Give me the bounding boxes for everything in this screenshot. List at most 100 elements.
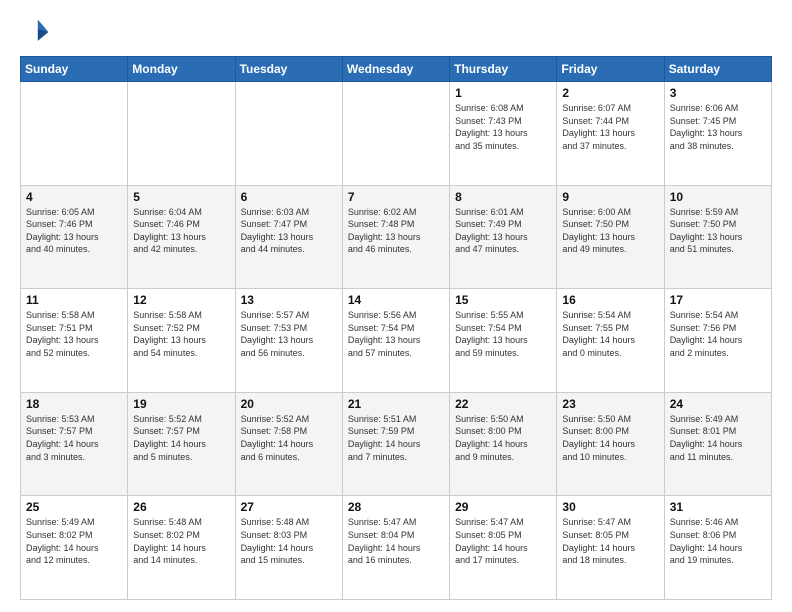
day-info: Sunrise: 6:08 AM Sunset: 7:43 PM Dayligh… [455,102,551,152]
day-info: Sunrise: 5:53 AM Sunset: 7:57 PM Dayligh… [26,413,122,463]
calendar-cell: 5 Sunrise: 6:04 AM Sunset: 7:46 PM Daylig… [128,185,235,289]
calendar-cell: 27 Sunrise: 5:48 AM Sunset: 8:03 PM Dayli… [235,496,342,600]
calendar-week-row: 4Sunrise: 6:05 AM Sunset: 7:46 PM Daylig… [21,185,772,289]
day-info: Sunrise: 5:54 AM Sunset: 7:55 PM Dayligh… [562,309,658,359]
weekday-header-sunday: Sunday [21,57,128,82]
day-number: 3 [670,86,766,100]
day-info: Sunrise: 5:47 AM Sunset: 8:05 PM Dayligh… [455,516,551,566]
day-info: Sunrise: 6:05 AM Sunset: 7:46 PM Dayligh… [26,206,122,256]
calendar-cell: 17Sunrise: 5:54 AM Sunset: 7:56 PM Dayli… [664,289,771,393]
calendar-cell: 12Sunrise: 5:58 AM Sunset: 7:52 PM Dayli… [128,289,235,393]
day-info: Sunrise: 5:57 AM Sunset: 7:53 PM Dayligh… [241,309,337,359]
weekday-header-friday: Friday [557,57,664,82]
calendar-cell: 13Sunrise: 5:57 AM Sunset: 7:53 PM Dayli… [235,289,342,393]
day-number: 18 [26,397,122,411]
day-number: 24 [670,397,766,411]
calendar-cell: 9 Sunrise: 6:00 AM Sunset: 7:50 PM Daylig… [557,185,664,289]
calendar-cell [342,82,449,186]
day-number: 10 [670,190,766,204]
day-info: Sunrise: 5:50 AM Sunset: 8:00 PM Dayligh… [455,413,551,463]
day-info: Sunrise: 6:06 AM Sunset: 7:45 PM Dayligh… [670,102,766,152]
calendar-cell: 26 Sunrise: 5:48 AM Sunset: 8:02 PM Dayli… [128,496,235,600]
day-number: 23 [562,397,658,411]
day-number: 29 [455,500,551,514]
calendar-cell: 28Sunrise: 5:47 AM Sunset: 8:04 PM Dayli… [342,496,449,600]
calendar-cell: 3 Sunrise: 6:06 AM Sunset: 7:45 PM Daylig… [664,82,771,186]
day-number: 25 [26,500,122,514]
calendar-cell: 22 Sunrise: 5:50 AM Sunset: 8:00 PM Dayli… [450,392,557,496]
calendar-cell: 10 Sunrise: 5:59 AM Sunset: 7:50 PM Dayli… [664,185,771,289]
day-number: 5 [133,190,229,204]
calendar-table: SundayMondayTuesdayWednesdayThursdayFrid… [20,56,772,600]
day-number: 21 [348,397,444,411]
day-number: 6 [241,190,337,204]
calendar-cell: 20 Sunrise: 5:52 AM Sunset: 7:58 PM Dayli… [235,392,342,496]
calendar-cell: 11 Sunrise: 5:58 AM Sunset: 7:51 PM Dayli… [21,289,128,393]
day-number: 30 [562,500,658,514]
day-info: Sunrise: 5:48 AM Sunset: 8:03 PM Dayligh… [241,516,337,566]
calendar-cell: 7 Sunrise: 6:02 AM Sunset: 7:48 PM Daylig… [342,185,449,289]
day-info: Sunrise: 5:58 AM Sunset: 7:51 PM Dayligh… [26,309,122,359]
day-info: Sunrise: 6:07 AM Sunset: 7:44 PM Dayligh… [562,102,658,152]
day-info: Sunrise: 6:04 AM Sunset: 7:46 PM Dayligh… [133,206,229,256]
day-info: Sunrise: 5:49 AM Sunset: 8:02 PM Dayligh… [26,516,122,566]
calendar-cell: 8 Sunrise: 6:01 AM Sunset: 7:49 PM Daylig… [450,185,557,289]
day-info: Sunrise: 5:55 AM Sunset: 7:54 PM Dayligh… [455,309,551,359]
page: SundayMondayTuesdayWednesdayThursdayFrid… [0,0,792,612]
weekday-header-tuesday: Tuesday [235,57,342,82]
day-info: Sunrise: 5:56 AM Sunset: 7:54 PM Dayligh… [348,309,444,359]
day-number: 14 [348,293,444,307]
weekday-header-wednesday: Wednesday [342,57,449,82]
weekday-header-thursday: Thursday [450,57,557,82]
day-info: Sunrise: 5:58 AM Sunset: 7:52 PM Dayligh… [133,309,229,359]
calendar-cell: 19 Sunrise: 5:52 AM Sunset: 7:57 PM Dayli… [128,392,235,496]
calendar-cell: 29 Sunrise: 5:47 AM Sunset: 8:05 PM Dayli… [450,496,557,600]
day-number: 7 [348,190,444,204]
day-info: Sunrise: 5:59 AM Sunset: 7:50 PM Dayligh… [670,206,766,256]
day-info: Sunrise: 5:52 AM Sunset: 7:58 PM Dayligh… [241,413,337,463]
calendar-cell: 15 Sunrise: 5:55 AM Sunset: 7:54 PM Dayli… [450,289,557,393]
day-number: 27 [241,500,337,514]
logo-icon [20,16,52,48]
weekday-header-row: SundayMondayTuesdayWednesdayThursdayFrid… [21,57,772,82]
calendar-body: 1 Sunrise: 6:08 AM Sunset: 7:43 PM Daylig… [21,82,772,600]
day-number: 8 [455,190,551,204]
day-number: 22 [455,397,551,411]
day-info: Sunrise: 5:52 AM Sunset: 7:57 PM Dayligh… [133,413,229,463]
calendar-week-row: 1 Sunrise: 6:08 AM Sunset: 7:43 PM Daylig… [21,82,772,186]
day-number: 20 [241,397,337,411]
day-number: 16 [562,293,658,307]
day-info: Sunrise: 5:54 AM Sunset: 7:56 PM Dayligh… [670,309,766,359]
day-info: Sunrise: 6:01 AM Sunset: 7:49 PM Dayligh… [455,206,551,256]
day-info: Sunrise: 5:51 AM Sunset: 7:59 PM Dayligh… [348,413,444,463]
day-info: Sunrise: 5:49 AM Sunset: 8:01 PM Dayligh… [670,413,766,463]
weekday-header-saturday: Saturday [664,57,771,82]
day-info: Sunrise: 6:02 AM Sunset: 7:48 PM Dayligh… [348,206,444,256]
calendar-cell: 1 Sunrise: 6:08 AM Sunset: 7:43 PM Daylig… [450,82,557,186]
calendar-cell: 30Sunrise: 5:47 AM Sunset: 8:05 PM Dayli… [557,496,664,600]
calendar-header: SundayMondayTuesdayWednesdayThursdayFrid… [21,57,772,82]
day-info: Sunrise: 6:00 AM Sunset: 7:50 PM Dayligh… [562,206,658,256]
calendar-cell: 4Sunrise: 6:05 AM Sunset: 7:46 PM Daylig… [21,185,128,289]
calendar-week-row: 18 Sunrise: 5:53 AM Sunset: 7:57 PM Dayli… [21,392,772,496]
calendar-cell: 16 Sunrise: 5:54 AM Sunset: 7:55 PM Dayli… [557,289,664,393]
day-number: 1 [455,86,551,100]
calendar-cell: 2 Sunrise: 6:07 AM Sunset: 7:44 PM Daylig… [557,82,664,186]
calendar-cell: 6Sunrise: 6:03 AM Sunset: 7:47 PM Daylig… [235,185,342,289]
calendar-cell: 14 Sunrise: 5:56 AM Sunset: 7:54 PM Dayli… [342,289,449,393]
day-number: 26 [133,500,229,514]
calendar-week-row: 11 Sunrise: 5:58 AM Sunset: 7:51 PM Dayli… [21,289,772,393]
day-number: 31 [670,500,766,514]
day-number: 19 [133,397,229,411]
day-number: 9 [562,190,658,204]
day-number: 2 [562,86,658,100]
calendar-cell [128,82,235,186]
day-number: 28 [348,500,444,514]
day-number: 15 [455,293,551,307]
day-info: Sunrise: 5:48 AM Sunset: 8:02 PM Dayligh… [133,516,229,566]
logo [20,16,56,48]
header [20,16,772,48]
calendar-week-row: 25 Sunrise: 5:49 AM Sunset: 8:02 PM Dayli… [21,496,772,600]
calendar-cell: 23Sunrise: 5:50 AM Sunset: 8:00 PM Dayli… [557,392,664,496]
day-number: 11 [26,293,122,307]
